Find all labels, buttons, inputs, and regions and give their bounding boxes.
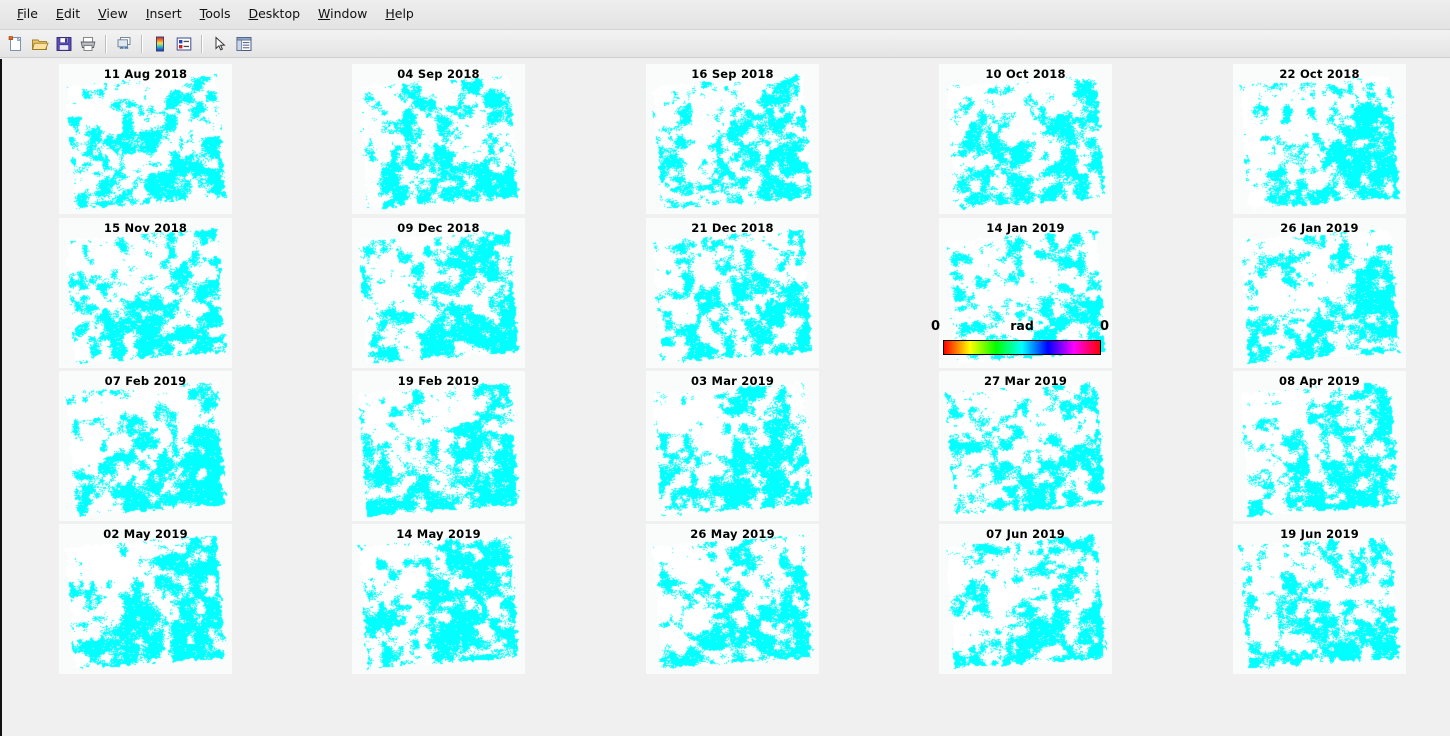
interferogram-tile[interactable]: 14 May 2019 [352, 524, 525, 674]
colorbar-icon[interactable] [149, 33, 171, 55]
interferogram-tile[interactable]: 11 Aug 2018 [59, 64, 232, 214]
colorbar-unit-label: rad [1010, 318, 1034, 333]
colorbar-tick-min: 0 [931, 319, 941, 334]
open-file-icon[interactable] [29, 33, 51, 55]
menu-item-tools[interactable]: Tools [191, 4, 240, 25]
interferogram-image [1233, 524, 1406, 674]
interferogram-tile[interactable]: 10 Oct 2018 [939, 64, 1112, 214]
menu-item-edit[interactable]: Edit [47, 4, 89, 25]
figure-plot-area[interactable]: 11 Aug 2018 04 Sep 2018 16 Sep 2018 10 Oct … [0, 59, 1450, 736]
interferogram-image [352, 524, 525, 674]
menu-item-insert[interactable]: Insert [137, 4, 191, 25]
interferogram-image [646, 218, 819, 368]
interferogram-tile[interactable]: 02 May 2019 [59, 524, 232, 674]
interferogram-image [1233, 64, 1406, 214]
new-figure-icon[interactable] [5, 33, 27, 55]
pointer-icon[interactable] [209, 33, 231, 55]
interferogram-image [646, 64, 819, 214]
interferogram-tile[interactable]: 27 Mar 2019 [939, 371, 1112, 521]
menu-item-window[interactable]: Window [309, 4, 376, 25]
link-plot-icon[interactable] [113, 33, 135, 55]
interferogram-image [646, 371, 819, 521]
interferogram-image [59, 218, 232, 368]
interferogram-image [939, 64, 1112, 214]
interferogram-tile[interactable]: 26 May 2019 [646, 524, 819, 674]
menu-bar: File Edit View Insert Tools Desktop Window Help [0, 0, 1450, 30]
legend-icon[interactable] [173, 33, 195, 55]
interferogram-image [1233, 218, 1406, 368]
interferogram-tile[interactable]: 15 Nov 2018 [59, 218, 232, 368]
interferogram-image [352, 64, 525, 214]
interferogram-tile[interactable]: 07 Jun 2019 [939, 524, 1112, 674]
interferogram-image [59, 64, 232, 214]
interferogram-image [59, 371, 232, 521]
interferogram-tile[interactable]: 08 Apr 2019 [1233, 371, 1406, 521]
interferogram-tile[interactable]: 04 Sep 2018 [352, 64, 525, 214]
save-figure-icon[interactable] [53, 33, 75, 55]
interferogram-tile[interactable]: 21 Dec 2018 [646, 218, 819, 368]
interferogram-tile[interactable]: 07 Feb 2019 [59, 371, 232, 521]
interferogram-image [59, 524, 232, 674]
menu-item-help[interactable]: Help [376, 4, 423, 25]
interferogram-tile[interactable]: 03 Mar 2019 [646, 371, 819, 521]
menu-item-file[interactable]: File [8, 4, 47, 25]
colorbar-tick-max: 0 [1100, 319, 1110, 334]
toolbar-separator [105, 34, 107, 53]
interferogram-image [646, 524, 819, 674]
menu-item-view[interactable]: View [89, 4, 137, 25]
toolbar-separator [141, 34, 143, 53]
interferogram-tile[interactable]: 22 Oct 2018 [1233, 64, 1406, 214]
interferogram-tile[interactable]: 16 Sep 2018 [646, 64, 819, 214]
colorbar[interactable]: rad 0 0 [931, 318, 1109, 358]
toolbar-separator [201, 34, 203, 53]
interferogram-tile[interactable]: 26 Jan 2019 [1233, 218, 1406, 368]
toolbar [0, 30, 1450, 58]
interferogram-image [939, 371, 1112, 521]
matlab-figure-window: File Edit View Insert Tools Desktop Window Help… [0, 0, 1450, 736]
interferogram-image [939, 524, 1112, 674]
interferogram-tile[interactable]: 09 Dec 2018 [352, 218, 525, 368]
print-figure-icon[interactable] [77, 33, 99, 55]
colorbar-gradient [943, 340, 1101, 355]
interferogram-image [352, 218, 525, 368]
interferogram-tile[interactable]: 19 Jun 2019 [1233, 524, 1406, 674]
interferogram-image [352, 371, 525, 521]
property-inspector-icon[interactable] [233, 33, 255, 55]
interferogram-tile[interactable]: 19 Feb 2019 [352, 371, 525, 521]
menu-item-desktop[interactable]: Desktop [239, 4, 309, 25]
interferogram-image [1233, 371, 1406, 521]
